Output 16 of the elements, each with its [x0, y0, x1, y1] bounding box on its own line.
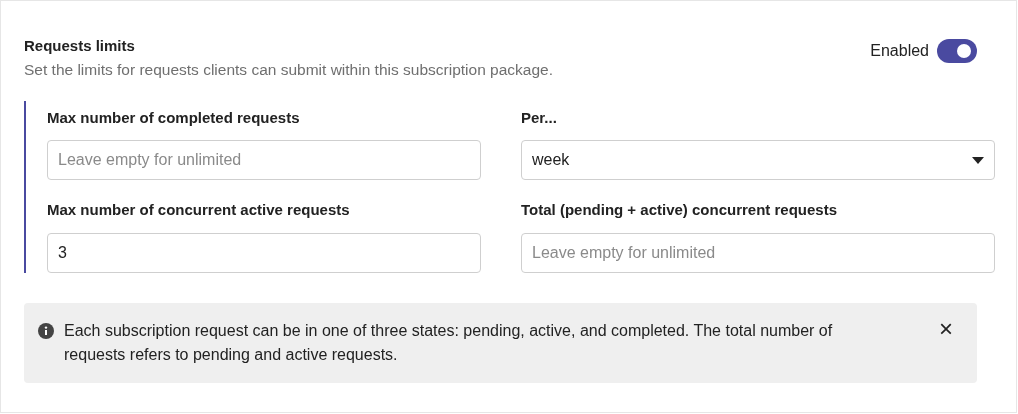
close-button[interactable]: ×: [935, 318, 957, 339]
field-label: Per...: [521, 107, 558, 128]
field-label: Max number of concurrent active requests: [47, 200, 351, 221]
alert-message: Each subscription request can be in one of three states: pending, active, and completed. The total number of requests refers to pending and active requests.: [64, 320, 834, 365]
input-field[interactable]: 3: [47, 232, 481, 273]
caret-icon: [972, 156, 984, 164]
field-label: Max number of completed requests: [47, 107, 301, 128]
field-label: Total (pending + active) concurrent requests: [521, 200, 839, 221]
period-dropdown[interactable]: week: [521, 140, 995, 181]
section-description: Set the limits for requests clients can submit within this subscription package.: [24, 59, 553, 80]
input-field[interactable]: Leave empty for unlimited: [47, 140, 481, 181]
info-icon: [38, 322, 54, 339]
toggle-label: Enabled: [870, 41, 929, 61]
section-title: Requests limits: [24, 36, 136, 56]
input-field[interactable]: Leave empty for unlimited: [521, 232, 995, 273]
enabled-toggle[interactable]: [937, 39, 977, 63]
